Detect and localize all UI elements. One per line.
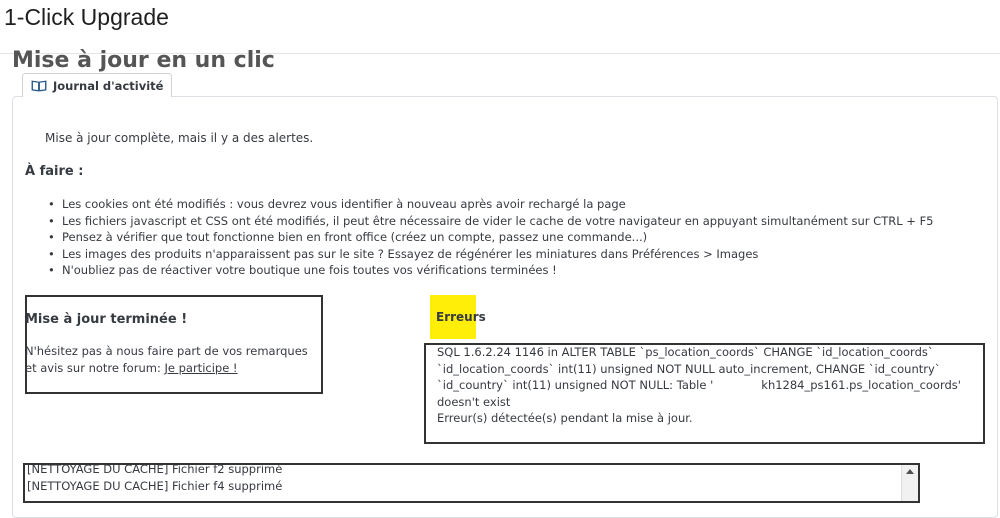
log-line: [NETTOYAGE DU CACHE] Fichier f4 supprimé: [27, 478, 283, 493]
upgrade-done-title: Mise à jour terminée !: [25, 312, 188, 327]
todo-list: Les cookies ont été modifiés : vous devr…: [48, 196, 934, 279]
list-item: N'oubliez pas de réactiver votre boutiqu…: [48, 262, 934, 279]
forum-link[interactable]: Je participe !: [164, 361, 237, 375]
activity-log[interactable]: [NETTOYAGE DU CACHE] Fichier f2 supprimé…: [23, 463, 920, 503]
app-title: 1-Click Upgrade: [4, 4, 169, 30]
list-item: Les fichiers javascript et CSS ont été m…: [48, 213, 934, 230]
errors-text: SQL 1.6.2.24 1146 in ALTER TABLE `ps_loc…: [437, 344, 982, 427]
upgrade-done-text: N'hésitez pas à nous faire part de vos r…: [25, 343, 321, 376]
scroll-up-arrow-icon[interactable]: [906, 469, 914, 474]
list-item: Les images des produits n'apparaissent p…: [48, 246, 934, 263]
status-message: Mise à jour complète, mais il y a des al…: [45, 131, 314, 145]
errors-title: Erreurs: [436, 310, 486, 324]
todo-heading: À faire :: [25, 164, 84, 179]
log-scrollbar[interactable]: [901, 465, 918, 501]
errors-summary: Erreur(s) détectée(s) pendant la mise à …: [437, 411, 693, 425]
list-item: Les cookies ont été modifiés : vous devr…: [48, 196, 934, 213]
tab-label: Journal d'activité: [53, 78, 164, 93]
page-title: Mise à jour en un clic: [12, 48, 275, 73]
list-item: Pensez à vérifier que tout fonctionne bi…: [48, 229, 934, 246]
log-line: [NETTOYAGE DU CACHE] Fichier f2 supprimé: [27, 463, 283, 476]
book-icon: [31, 80, 47, 92]
log-lines: [NETTOYAGE DU CACHE] Fichier f2 supprimé…: [27, 463, 283, 495]
tab-activity-log[interactable]: Journal d'activité: [22, 73, 173, 97]
